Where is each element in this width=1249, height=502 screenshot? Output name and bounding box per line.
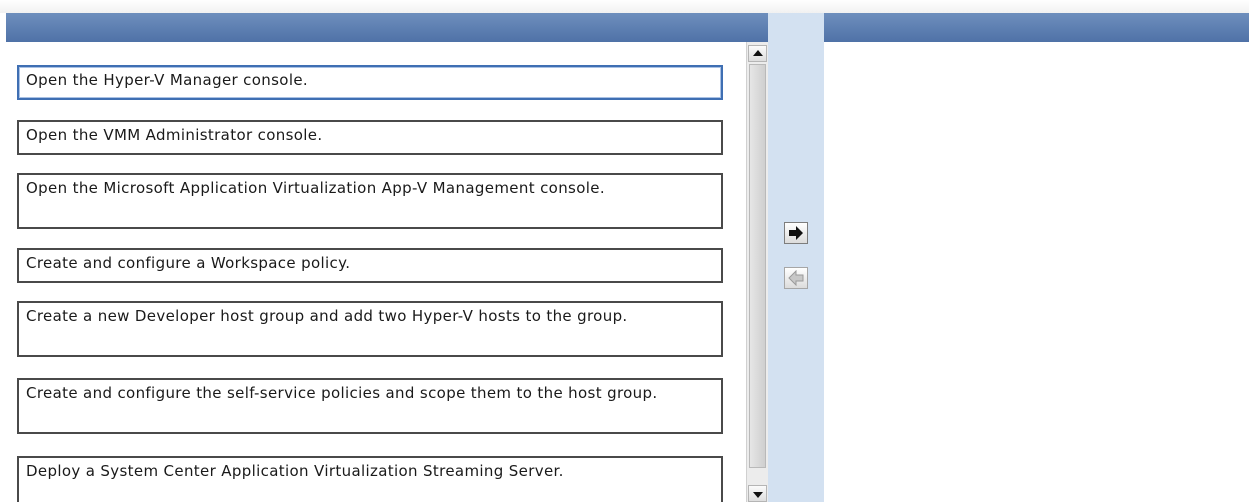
answer-area[interactable] [824, 42, 1249, 502]
top-strip [0, 0, 1249, 13]
triangle-down-icon [753, 492, 763, 498]
answer-option-6[interactable]: Create and configure the self-service po… [17, 378, 723, 434]
answer-option-2[interactable]: Open the VMM Administrator console. [17, 120, 723, 155]
answer-choices-list: Open the Hyper-V Manager console. Open t… [6, 42, 746, 502]
scroll-up-button[interactable] [748, 45, 767, 62]
move-left-button[interactable] [784, 267, 808, 289]
triangle-up-icon [753, 50, 763, 56]
answer-list-scrollbar[interactable] [746, 42, 768, 502]
answer-choices-header [6, 13, 768, 42]
scroll-thumb[interactable] [749, 64, 766, 468]
answer-option-3[interactable]: Open the Microsoft Application Virtualiz… [17, 173, 723, 229]
answer-option-4[interactable]: Create and configure a Workspace policy. [17, 248, 723, 283]
arrow-left-icon [788, 270, 804, 286]
answer-option-7[interactable]: Deploy a System Center Application Virtu… [17, 456, 723, 502]
scroll-down-button[interactable] [748, 485, 767, 502]
answer-area-header [824, 13, 1249, 42]
arrow-right-icon [789, 226, 803, 240]
move-right-button[interactable] [784, 222, 808, 244]
drag-drop-question: Open the Hyper-V Manager console. Open t… [0, 0, 1249, 502]
answer-option-5[interactable]: Create a new Developer host group and ad… [17, 301, 723, 357]
move-controls-column [768, 13, 824, 502]
answer-option-1[interactable]: Open the Hyper-V Manager console. [17, 65, 723, 100]
